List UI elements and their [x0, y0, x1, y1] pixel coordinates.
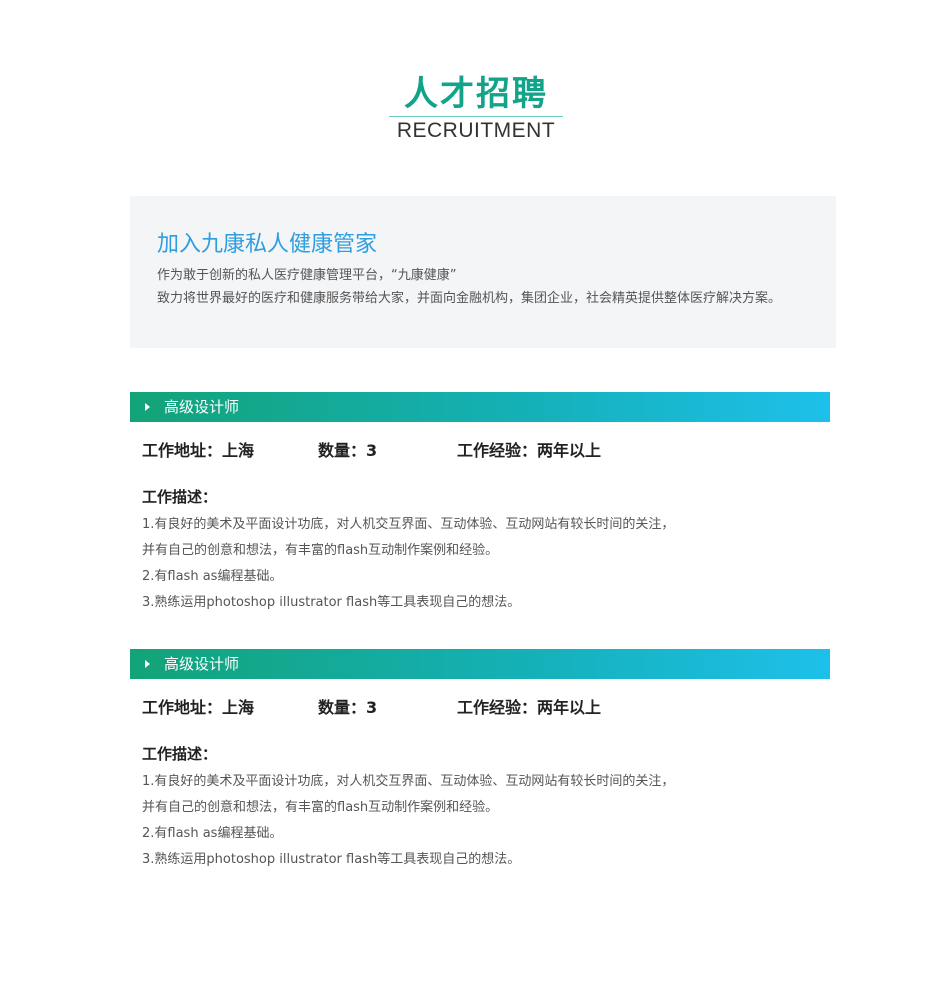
job-count: 数量：3	[318, 440, 377, 462]
job-experience: 工作经验：两年以上	[457, 440, 601, 462]
job-description-line: 并有自己的创意和想法，有丰富的flash互动制作案例和经验。	[142, 543, 499, 558]
job-experience: 工作经验：两年以上	[457, 697, 601, 719]
job-location: 工作地址：上海	[142, 697, 254, 719]
job-location-label: 工作地址：	[142, 698, 223, 717]
intro-text-line: 作为敢于创新的私人医疗健康管理平台，“九康健康”	[157, 268, 457, 283]
intro-text-line: 致力将世界最好的医疗和健康服务带给大家，并面向金融机构，集团企业，社会精英提供整…	[157, 291, 782, 306]
job-location: 工作地址：上海	[142, 440, 254, 462]
job-description-label: 工作描述：	[142, 488, 218, 506]
job-location-value: 上海	[222, 698, 255, 717]
job-header-bar[interactable]: 高级设计师	[130, 649, 830, 679]
job-description-line: 并有自己的创意和想法，有丰富的flash互动制作案例和经验。	[142, 800, 499, 815]
page-title: 人才招聘	[404, 74, 548, 114]
job-count-value: 3	[366, 441, 378, 460]
title-underline	[389, 116, 563, 117]
job-title: 高级设计师	[164, 398, 240, 416]
job-count: 数量：3	[318, 697, 377, 719]
job-description-label: 工作描述：	[142, 745, 218, 763]
job-location-value: 上海	[222, 441, 255, 460]
caret-right-icon	[145, 403, 150, 411]
intro-title: 加入九康私人健康管家	[157, 232, 378, 257]
job-header-bar[interactable]: 高级设计师	[130, 392, 830, 422]
job-experience-value: 两年以上	[537, 441, 602, 460]
page-subtitle: RECRUITMENT	[396, 119, 556, 142]
job-experience-label: 工作经验：	[457, 698, 538, 717]
job-description-line: 2.有flash as编程基础。	[142, 826, 283, 841]
intro-panel: 加入九康私人健康管家 作为敢于创新的私人医疗健康管理平台，“九康健康” 致力将世…	[130, 196, 836, 348]
job-description-line: 3.熟练运用photoshop illustrator flash等工具表现自己…	[142, 852, 521, 867]
job-experience-value: 两年以上	[537, 698, 602, 717]
job-experience-label: 工作经验：	[457, 441, 538, 460]
job-count-value: 3	[366, 698, 378, 717]
job-count-label: 数量：	[318, 698, 367, 717]
job-description-line: 2.有flash as编程基础。	[142, 569, 283, 584]
caret-right-icon	[145, 660, 150, 668]
job-description-line: 1.有良好的美术及平面设计功底，对人机交互界面、互动体验、互动网站有较长时间的关…	[142, 774, 675, 789]
job-description-line: 3.熟练运用photoshop illustrator flash等工具表现自己…	[142, 595, 521, 610]
job-location-label: 工作地址：	[142, 441, 223, 460]
job-description-line: 1.有良好的美术及平面设计功底，对人机交互界面、互动体验、互动网站有较长时间的关…	[142, 517, 675, 532]
job-title: 高级设计师	[164, 655, 240, 673]
job-count-label: 数量：	[318, 441, 367, 460]
